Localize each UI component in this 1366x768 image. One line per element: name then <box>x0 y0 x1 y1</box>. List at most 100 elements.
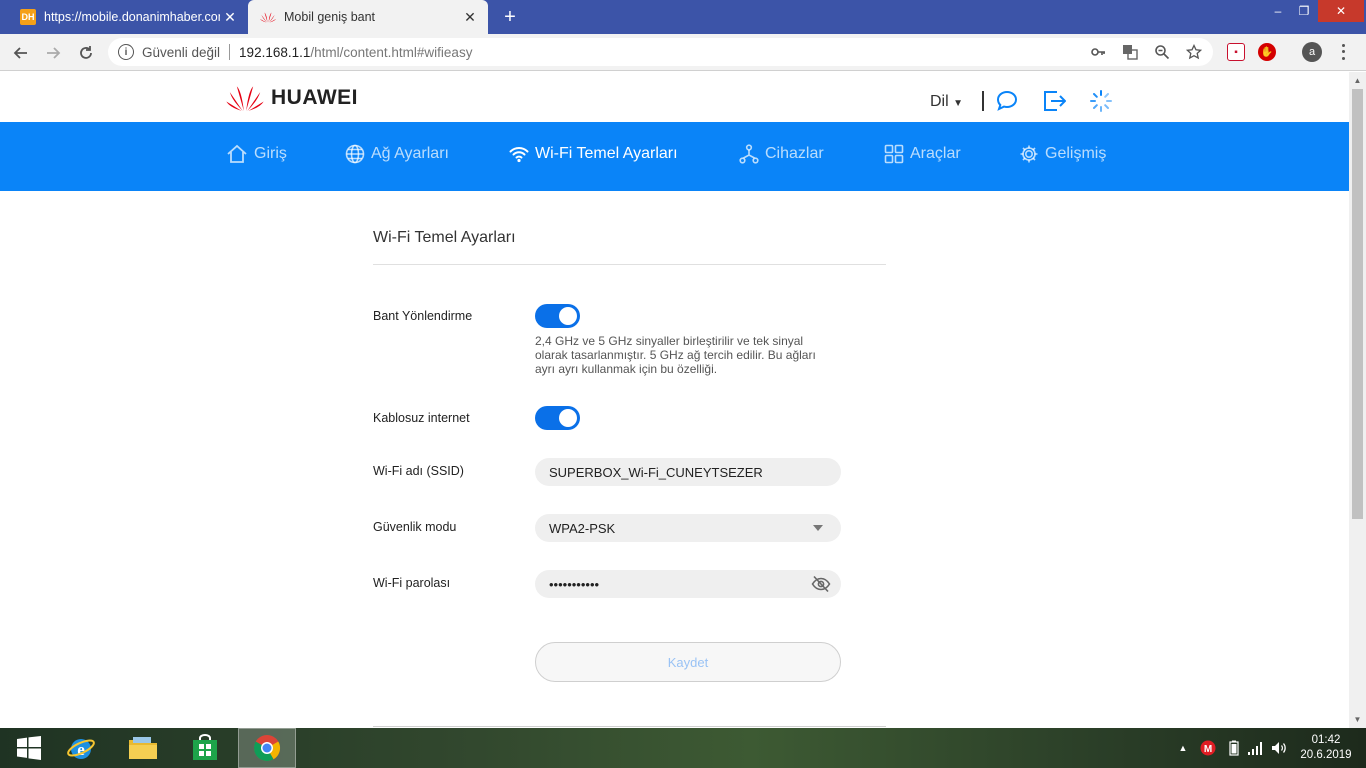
home-icon <box>227 144 247 163</box>
nav-advanced[interactable]: Gelişmiş <box>1019 142 1106 166</box>
bookmark-star-icon[interactable] <box>1184 42 1204 62</box>
nav-network-label: Ağ Ayarları <box>371 145 449 162</box>
store-bag-icon <box>193 734 217 760</box>
internet-explorer-taskbar-button[interactable]: e <box>52 728 110 768</box>
network-signal-icon[interactable] <box>1246 738 1264 758</box>
url-host: 192.168.1.1 <box>239 44 311 60</box>
info-icon[interactable]: i <box>118 44 134 60</box>
store-taskbar-button[interactable] <box>176 728 234 768</box>
clock-date: 20.6.2019 <box>1300 749 1352 761</box>
close-tab-icon[interactable]: ✕ <box>460 7 480 27</box>
huawei-logo[interactable]: HUAWEI <box>225 84 358 112</box>
close-tab-icon[interactable]: ✕ <box>220 7 240 27</box>
maximize-window-button[interactable]: ❐ <box>1292 0 1316 22</box>
security-status[interactable]: Güvenli değil <box>142 45 220 60</box>
chrome-icon <box>253 735 281 762</box>
forward-arrow-icon[interactable] <box>40 40 66 66</box>
reload-icon[interactable] <box>73 40 99 66</box>
nav-advanced-label: Gelişmiş <box>1045 145 1107 162</box>
nav-tools[interactable]: Araçlar <box>884 142 961 166</box>
message-icon[interactable] <box>995 89 1019 113</box>
ssid-input[interactable]: SUPERBOX_Wi-Fi_CUNEYTSEZER <box>535 458 841 486</box>
wireless-internet-toggle[interactable] <box>535 406 580 430</box>
scroll-down-arrow-icon[interactable]: ▼ <box>1349 711 1366 728</box>
language-selector[interactable]: Dil ▼ <box>930 93 963 111</box>
band-steering-toggle[interactable] <box>535 304 580 328</box>
ssid-label: Wi-Fi adı (SSID) <box>373 464 464 478</box>
tab-title: Mobil geniş bant <box>284 10 376 24</box>
tab-donanimhaber[interactable]: DH https://mobile.donanimhaber.com ✕ <box>8 0 248 34</box>
tools-icon <box>884 144 904 164</box>
devices-icon <box>739 144 759 164</box>
nav-devices[interactable]: Cihazlar <box>739 142 824 166</box>
chrome-taskbar-button[interactable] <box>238 728 296 768</box>
close-window-button[interactable]: ✕ <box>1318 0 1364 22</box>
nav-home[interactable]: Giriş <box>226 142 287 166</box>
nav-wifi-basic[interactable]: Wi-Fi Temel Ayarları <box>509 142 678 166</box>
translate-icon[interactable] <box>1120 42 1140 62</box>
router-web-page: HUAWEI Dil ▼ Giriş Ağ Ayarları Wi-Fi Tem… <box>0 72 1349 728</box>
adblock-icon[interactable]: ✋ <box>1258 43 1276 61</box>
volume-icon[interactable] <box>1270 738 1288 758</box>
internet-explorer-icon: e <box>67 739 95 759</box>
logout-icon[interactable] <box>1042 89 1067 113</box>
key-icon[interactable] <box>1088 42 1108 62</box>
wifi-password-input[interactable]: ••••••••••• <box>535 570 841 598</box>
new-tab-button[interactable]: + <box>498 5 522 29</box>
avatar[interactable]: a <box>1302 42 1322 62</box>
windows-taskbar: e ▲ M 01:42 20.6.2019 <box>0 728 1366 768</box>
language-label: Dil <box>930 93 949 110</box>
header-divider <box>982 91 984 111</box>
nav-tools-label: Araçlar <box>910 145 961 162</box>
security-mode-value: WPA2-PSK <box>549 520 616 536</box>
loading-spinner-icon <box>1089 89 1113 113</box>
huawei-flower-icon <box>226 86 264 111</box>
page-scrollbar[interactable]: ▲ ▼ <box>1349 72 1366 728</box>
back-arrow-icon[interactable] <box>8 40 34 66</box>
folder-icon <box>129 737 157 759</box>
save-button[interactable]: Kaydet <box>535 642 841 682</box>
browser-toolbar: i Güvenli değil 192.168.1.1/html/content… <box>0 34 1366 71</box>
chevron-down-icon: ▼ <box>953 98 964 109</box>
scroll-up-arrow-icon[interactable]: ▲ <box>1349 72 1366 89</box>
show-hidden-icons-button[interactable]: ▲ <box>1176 738 1190 758</box>
main-navigation: Giriş Ağ Ayarları Wi-Fi Temel Ayarları C… <box>0 122 1349 191</box>
huawei-favicon-icon <box>260 9 276 25</box>
title-divider <box>373 264 886 265</box>
dropdown-caret-icon <box>813 525 823 531</box>
band-steering-description: 2,4 GHz ve 5 GHz sinyaller birleştirilir… <box>535 334 816 376</box>
security-mode-label: Güvenlik modu <box>373 520 457 534</box>
nav-network-settings[interactable]: Ağ Ayarları <box>345 142 449 166</box>
bottom-divider <box>373 726 886 727</box>
band-steering-label: Bant Yönlendirme <box>373 309 473 323</box>
password-value: ••••••••••• <box>549 576 600 592</box>
nav-devices-label: Cihazlar <box>765 145 824 162</box>
tab-mobil-genis-bant[interactable]: Mobil geniş bant ✕ <box>248 0 488 34</box>
battery-icon[interactable] <box>1226 738 1242 758</box>
page-title: Wi-Fi Temel Ayarları <box>373 229 516 246</box>
start-button[interactable] <box>0 728 58 768</box>
tab-title: https://mobile.donanimhaber.com <box>44 10 220 24</box>
windows-logo-icon <box>17 736 41 760</box>
wifi-icon <box>509 147 529 163</box>
globe-icon <box>345 144 365 164</box>
browser-tab-strip: DH https://mobile.donanimhaber.com ✕ Mob… <box>0 0 1366 34</box>
nav-home-label: Giriş <box>254 145 287 162</box>
url-path: /html/content.html#wifieasy <box>310 44 473 60</box>
security-mode-select[interactable]: WPA2-PSK <box>535 514 841 542</box>
eye-slash-icon[interactable] <box>811 575 831 593</box>
toggle-knob <box>559 307 577 325</box>
address-bar[interactable]: i Güvenli değil 192.168.1.1/html/content… <box>108 38 1213 66</box>
donanimhaber-favicon-icon: DH <box>20 9 36 25</box>
wireless-internet-label: Kablosuz internet <box>373 411 470 425</box>
minimize-window-button[interactable]: – <box>1266 0 1290 22</box>
system-clock[interactable]: 01:42 20.6.2019 <box>1296 733 1356 763</box>
zoom-icon[interactable] <box>1152 42 1172 62</box>
address-divider <box>229 44 231 60</box>
browser-menu-icon[interactable] <box>1336 42 1350 62</box>
file-explorer-taskbar-button[interactable] <box>114 728 172 768</box>
clock-time: 01:42 <box>1311 734 1341 746</box>
antivirus-tray-icon[interactable]: M <box>1198 738 1218 758</box>
extension-icon[interactable]: ▪ <box>1227 43 1245 61</box>
scroll-thumb[interactable] <box>1352 89 1363 519</box>
